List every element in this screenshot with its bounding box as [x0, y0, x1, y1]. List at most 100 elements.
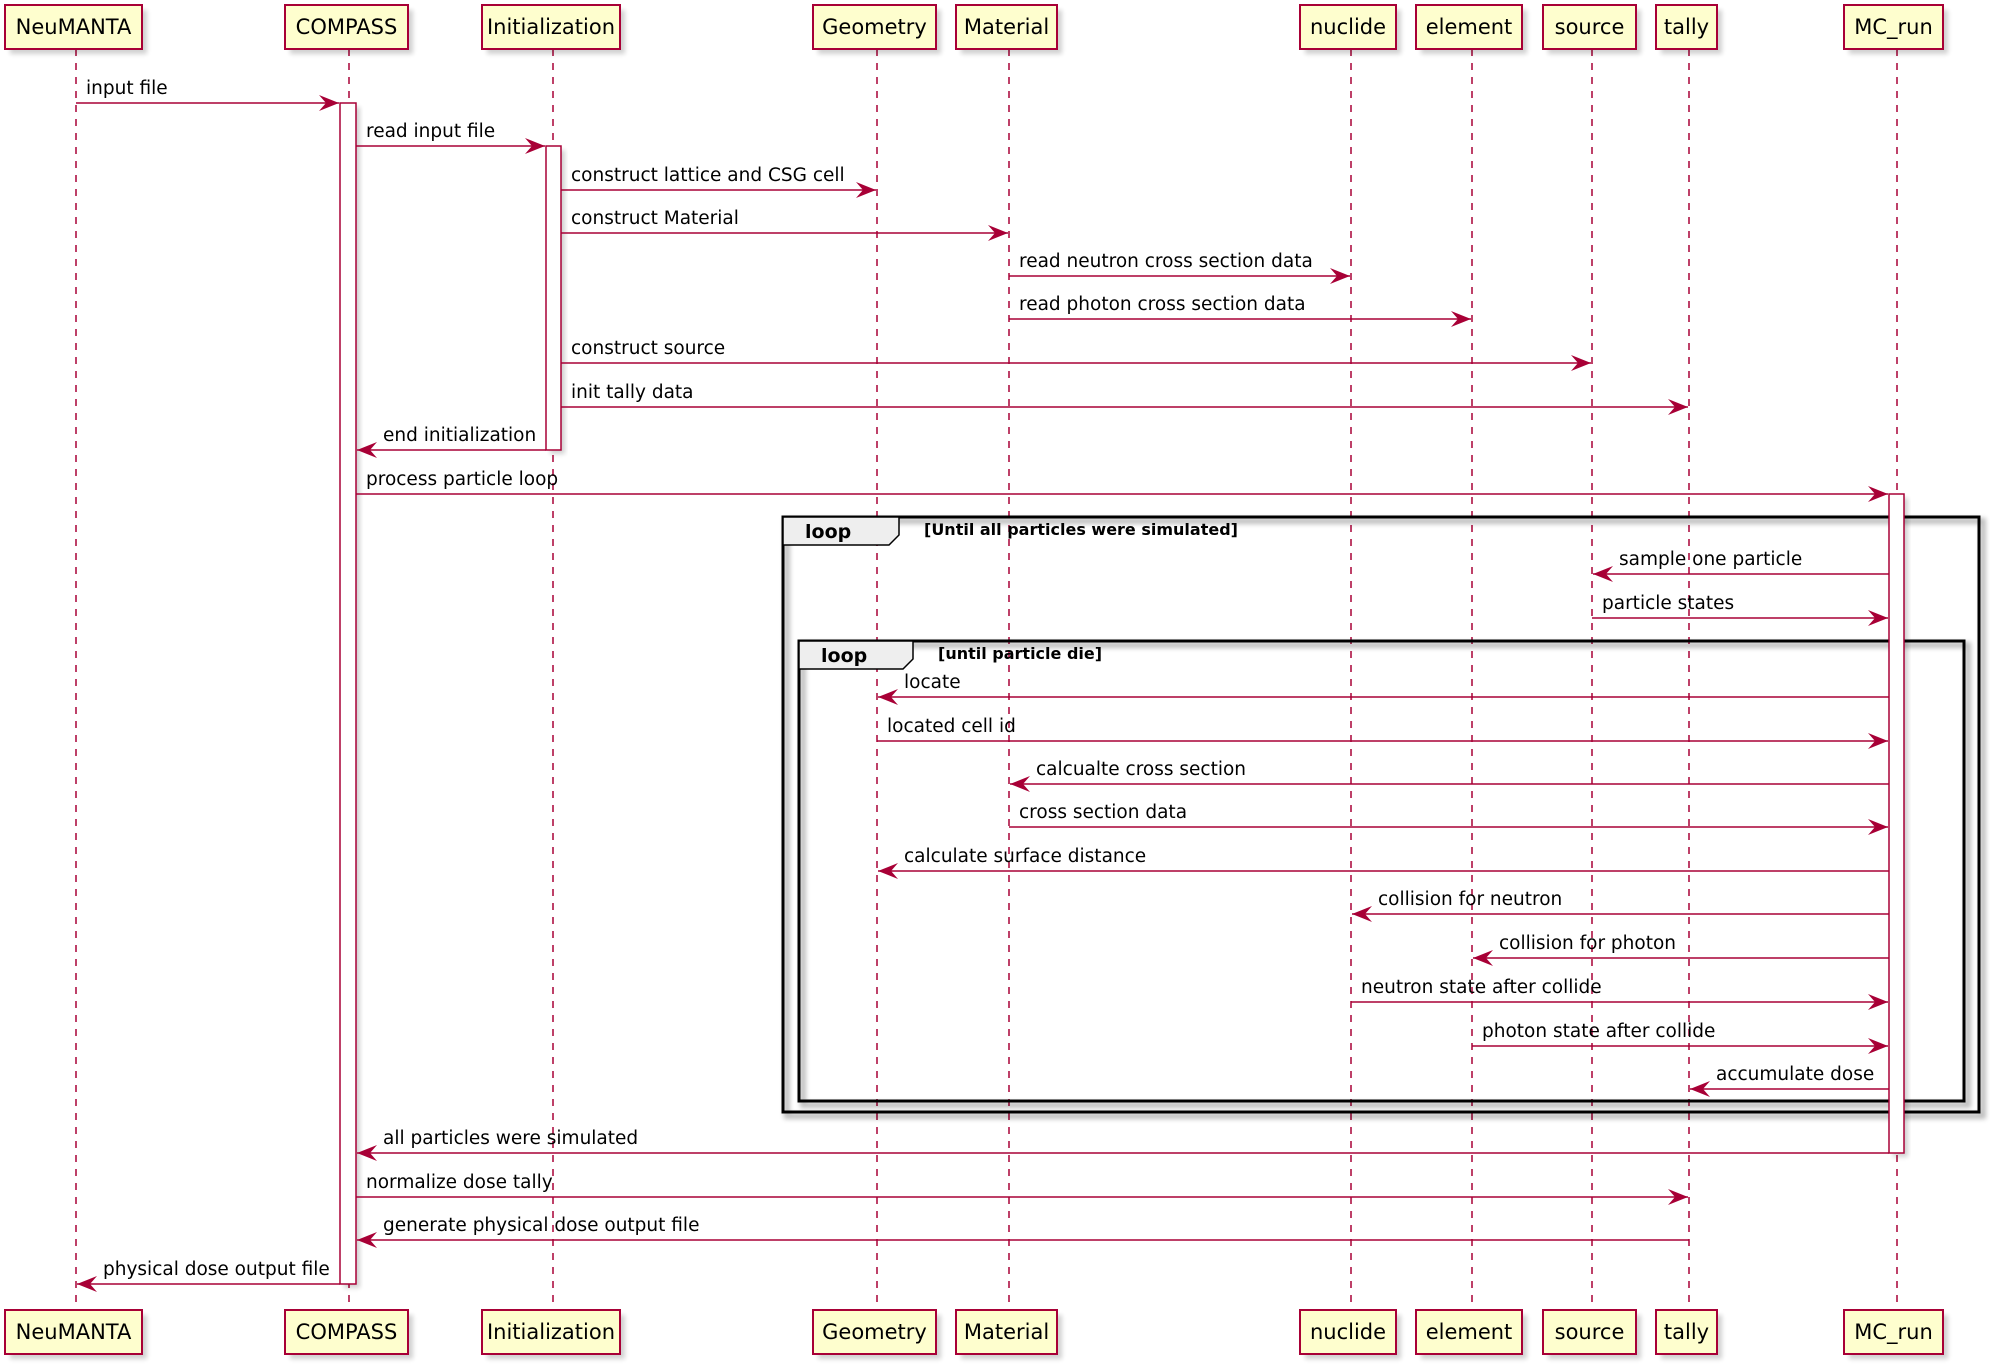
participant-label: element — [1426, 1320, 1513, 1344]
message-label: read photon cross section data — [1019, 294, 1306, 315]
participant-label: MC_run — [1854, 1320, 1933, 1345]
participant-mc_run-bottom[interactable]: MC_run — [1843, 1309, 1948, 1359]
message-arrow: input file — [76, 78, 339, 111]
participant-element-top[interactable]: element — [1415, 4, 1527, 54]
participant-label: element — [1426, 15, 1513, 39]
activation-bar — [339, 102, 357, 1285]
message-arrow: construct lattice and CSG cell — [561, 165, 876, 198]
participants: NeuMANTA NeuMANTA COMPASS COMPASS Initializa… — [4, 4, 1948, 1359]
participant-geometry-bottom[interactable]: Geometry — [812, 1309, 941, 1359]
message-label: collision for neutron — [1378, 889, 1562, 910]
activation-bar — [1888, 493, 1905, 1154]
message-arrow: sample one particle — [1593, 549, 1889, 582]
message-label: neutron state after collide — [1361, 977, 1602, 998]
participant-label: NeuMANTA — [16, 1320, 132, 1344]
message-arrow: physical dose output file — [77, 1259, 340, 1292]
message-label: construct lattice and CSG cell — [571, 165, 845, 186]
participant-source-top[interactable]: source — [1542, 4, 1641, 54]
participant-source-bottom[interactable]: source — [1542, 1309, 1641, 1359]
message-arrow: locate — [878, 672, 1889, 705]
participant-initialization-bottom[interactable]: Initialization — [481, 1309, 625, 1359]
message-arrow: collision for neutron — [1352, 889, 1889, 922]
message-arrow: cross section data — [1009, 802, 1888, 835]
participant-initialization-top[interactable]: Initialization — [481, 4, 625, 54]
participant-tally-bottom[interactable]: tally — [1655, 1309, 1722, 1359]
message-label: construct Material — [571, 208, 739, 229]
message-arrow: calcualte cross section — [1010, 759, 1889, 792]
participant-compass-bottom[interactable]: COMPASS — [284, 1309, 413, 1359]
participant-label: nuclide — [1310, 1320, 1386, 1344]
participant-label: source — [1555, 1320, 1625, 1344]
participant-label: tally — [1664, 1320, 1709, 1344]
message-arrow: calculate surface distance — [878, 846, 1889, 879]
activation-mc_run — [1888, 493, 1908, 1157]
participant-label: nuclide — [1310, 15, 1386, 39]
participant-mc_run-top[interactable]: MC_run — [1843, 4, 1948, 54]
message-arrow: collision for photon — [1473, 933, 1889, 966]
message-label: init tally data — [571, 382, 694, 403]
participant-label: COMPASS — [296, 15, 398, 39]
message-arrow: construct Material — [561, 208, 1008, 241]
message-label: input file — [86, 78, 168, 99]
participant-material-top[interactable]: Material — [955, 4, 1062, 54]
combined-fragments: loop [Until all particles were simulated]… — [781, 515, 1986, 1119]
participant-label: NeuMANTA — [16, 15, 132, 39]
message-arrow: neutron state after collide — [1351, 977, 1888, 1010]
loop-frame-inner: loop [until particle die] — [797, 639, 1971, 1108]
message-arrow: located cell id — [877, 716, 1888, 749]
participant-element-bottom[interactable]: element — [1415, 1309, 1527, 1359]
participant-neumanta-bottom[interactable]: NeuMANTA — [4, 1309, 147, 1359]
message-label: read input file — [366, 121, 495, 142]
message-label: read neutron cross section data — [1019, 251, 1313, 272]
message-label: normalize dose tally — [366, 1172, 553, 1193]
participant-nuclide-bottom[interactable]: nuclide — [1299, 1309, 1401, 1359]
participant-compass-top[interactable]: COMPASS — [284, 4, 413, 54]
message-arrow: init tally data — [561, 382, 1688, 415]
message-label: all particles were simulated — [383, 1128, 638, 1149]
message-arrow: read photon cross section data — [1009, 294, 1471, 327]
message-label: construct source — [571, 338, 725, 359]
message-label: physical dose output file — [103, 1259, 330, 1280]
participant-tally-top[interactable]: tally — [1655, 4, 1722, 54]
frame-guard: [until particle die] — [938, 644, 1102, 663]
participant-neumanta-top[interactable]: NeuMANTA — [4, 4, 147, 54]
message-arrow: particle states — [1592, 593, 1888, 626]
frame-border — [781, 515, 1981, 1114]
message-label: generate physical dose output file — [383, 1215, 699, 1236]
participant-label: source — [1555, 15, 1625, 39]
message-label: calculate surface distance — [904, 846, 1146, 867]
participant-label: Initialization — [487, 1320, 615, 1344]
message-label: collision for photon — [1499, 933, 1676, 954]
participant-label: Material — [964, 1320, 1049, 1344]
participant-geometry-top[interactable]: Geometry — [812, 4, 941, 54]
message-arrow: generate physical dose output file — [357, 1215, 1689, 1248]
message-label: photon state after collide — [1482, 1021, 1715, 1042]
message-arrow: read input file — [356, 121, 545, 154]
participant-label: Geometry — [822, 15, 927, 39]
frame-shadow — [800, 642, 1971, 1108]
message-label: calcualte cross section — [1036, 759, 1246, 780]
message-label: end initialization — [383, 425, 536, 446]
participant-nuclide-top[interactable]: nuclide — [1299, 4, 1401, 54]
message-label: accumulate dose — [1716, 1064, 1874, 1085]
activation-bars — [339, 102, 1908, 1288]
participant-label: COMPASS — [296, 1320, 398, 1344]
loop-frame-outer: loop [Until all particles were simulated] — [781, 515, 1986, 1119]
activation-bar — [545, 145, 562, 451]
message-arrow: normalize dose tally — [356, 1172, 1688, 1205]
message-arrow: photon state after collide — [1472, 1021, 1888, 1054]
message-label: process particle loop — [366, 469, 558, 490]
participant-label: Initialization — [487, 15, 615, 39]
message-label: cross section data — [1019, 802, 1187, 823]
participant-material-bottom[interactable]: Material — [955, 1309, 1062, 1359]
participant-label: MC_run — [1854, 15, 1933, 40]
message-arrow: read neutron cross section data — [1009, 251, 1350, 284]
message-arrow: accumulate dose — [1690, 1064, 1889, 1097]
message-label: sample one particle — [1619, 549, 1802, 570]
message-arrow: all particles were simulated — [357, 1128, 1889, 1161]
message-label: particle states — [1602, 593, 1734, 614]
participant-label: Geometry — [822, 1320, 927, 1344]
message-arrow: end initialization — [357, 425, 546, 458]
frame-keyword: loop — [821, 645, 867, 667]
activation-compass — [339, 102, 360, 1288]
